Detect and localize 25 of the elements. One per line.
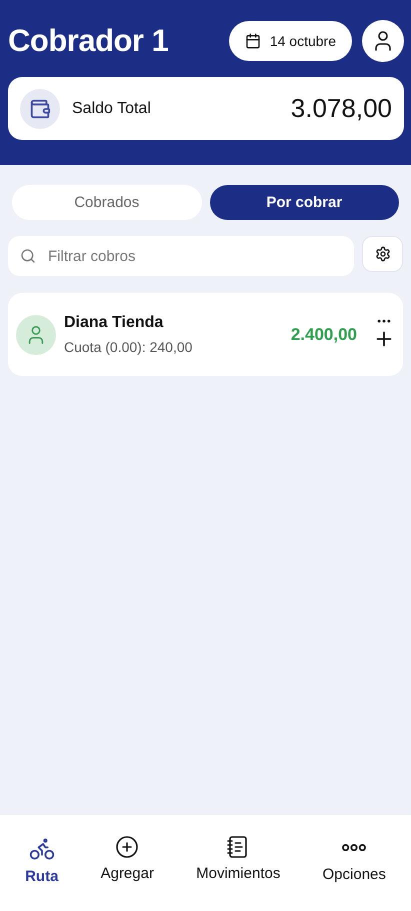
calendar-icon bbox=[244, 33, 261, 49]
balance-label: Saldo Total bbox=[72, 100, 152, 118]
nav-item[interactable]: Agregar bbox=[100, 835, 154, 885]
more-icon bbox=[377, 319, 391, 324]
balance-amount: 3.078,00 bbox=[290, 93, 392, 124]
date-button[interactable]: 14 octubre bbox=[228, 21, 352, 61]
nav-item[interactable]: Movimientos bbox=[196, 835, 280, 885]
settings-button[interactable] bbox=[362, 236, 403, 272]
client-name: Diana Tienda bbox=[64, 314, 164, 332]
wallet-icon bbox=[29, 98, 51, 120]
page-title: Cobrador 1 bbox=[8, 23, 170, 59]
nav-item[interactable]: Opciones bbox=[322, 835, 386, 885]
tab[interactable]: Cobrados bbox=[12, 185, 202, 220]
settings-icon bbox=[374, 246, 390, 262]
more-button[interactable] bbox=[377, 319, 391, 324]
profile-button[interactable] bbox=[362, 20, 404, 62]
search-field[interactable]: Filtrar cobros bbox=[8, 236, 354, 276]
nav-item[interactable]: Ruta bbox=[25, 835, 58, 885]
search-icon bbox=[20, 248, 36, 264]
client-amount: 2.400,00 bbox=[290, 324, 357, 344]
client-card[interactable]: Diana Tienda Cuota (0.00): 240,00 2.400,00 bbox=[8, 293, 403, 376]
client-detail: Cuota (0.00): 240,00 bbox=[64, 339, 194, 355]
tab[interactable]: Por cobrar bbox=[210, 185, 399, 220]
add-icon bbox=[115, 835, 140, 859]
more-icon bbox=[342, 844, 366, 852]
